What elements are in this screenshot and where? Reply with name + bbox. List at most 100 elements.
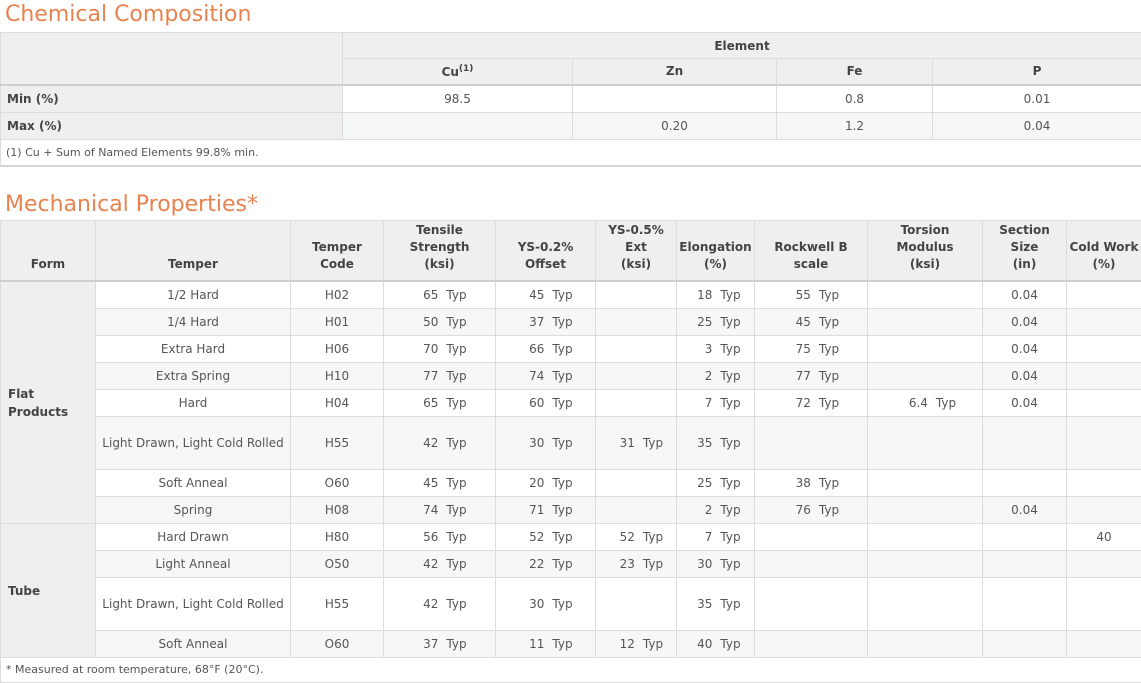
ys02-value: 20: [518, 474, 544, 492]
elong-cell: 35Typ: [677, 417, 755, 470]
elong-cell: 30Typ: [677, 551, 755, 578]
cold-work-cell: [1067, 470, 1141, 497]
typ-label: Typ: [720, 555, 740, 573]
element-value: 0.04: [933, 112, 1141, 139]
element-value: 98.5: [343, 85, 573, 113]
cold-work-cell: [1067, 551, 1141, 578]
header-line: scale: [794, 257, 829, 271]
elong-value: 7: [690, 528, 712, 546]
typ-label: Typ: [446, 528, 466, 546]
header-line: (ksi): [424, 257, 454, 271]
torsion-value: 6.4: [894, 394, 928, 412]
ys02-value: 11: [518, 635, 544, 653]
typ-label: Typ: [552, 555, 572, 573]
mechanical-properties-title: Mechanical Properties*: [0, 190, 1141, 220]
temper-label: Light Drawn, Light Cold Rolled: [98, 434, 287, 452]
cold-work-column-header: Cold Work(%): [1067, 220, 1141, 281]
rockwell-value: 38: [783, 474, 811, 492]
rockwell-cell: 75Typ: [755, 336, 868, 363]
header-line: (%): [704, 257, 727, 271]
elong-value: 2: [690, 501, 712, 519]
form-label: Products: [8, 405, 68, 419]
torsion-cell: [868, 524, 983, 551]
temper-label: 1/2 Hard: [163, 286, 223, 304]
header-line: Strength: [410, 240, 470, 254]
rockwell-value: 77: [783, 367, 811, 385]
elong-cell: 3Typ: [677, 336, 755, 363]
typ-label: Typ: [552, 367, 572, 385]
tensile-cell: 65Typ: [384, 281, 496, 309]
torsion-cell: 6.4Typ: [868, 390, 983, 417]
ys02-cell: 45Typ: [496, 281, 596, 309]
temper-label: Spring: [170, 501, 217, 519]
temper-cell: Extra Hard: [96, 336, 291, 363]
section-size-cell: 0.04: [983, 309, 1067, 336]
section-size-cell: 0.04: [983, 336, 1067, 363]
tensile-value: 37: [412, 635, 438, 653]
temper-label: Hard Drawn: [153, 528, 232, 546]
typ-label: Typ: [819, 313, 839, 331]
typ-label: Typ: [446, 595, 466, 613]
elong-value: 25: [690, 474, 712, 492]
tensile-cell: 42Typ: [384, 417, 496, 470]
elong-value: 2: [690, 367, 712, 385]
rockwell-value: 55: [783, 286, 811, 304]
section-size-cell: [983, 551, 1067, 578]
ys05-cell: [596, 309, 677, 336]
elong-value: 40: [690, 635, 712, 653]
header-line: Cold Work: [1070, 240, 1139, 254]
table-row: Extra SpringH1077Typ74Typ2Typ77Typ0.04: [1, 363, 1141, 390]
torsion-modulus-column-header: TorsionModulus(ksi): [868, 220, 983, 281]
typ-label: Typ: [552, 501, 572, 519]
chemical-composition-table: Element Cu(1) Zn Fe P Min (%) 98.5 0.8 0…: [0, 32, 1141, 167]
rockwell-b-column-header: Rockwell Bscale: [755, 220, 868, 281]
typ-label: Typ: [552, 340, 572, 358]
typ-label: Typ: [446, 635, 466, 653]
temper-label: Light Anneal: [151, 555, 234, 573]
tensile-value: 45: [412, 474, 438, 492]
elong-cell: 2Typ: [677, 497, 755, 524]
temper-code-cell: O60: [291, 631, 384, 658]
table-row: HardH0465Typ60Typ7Typ72Typ6.4Typ0.04: [1, 390, 1141, 417]
section-size-cell: [983, 578, 1067, 631]
rockwell-cell: [755, 551, 868, 578]
section-size-cell: 0.04: [983, 390, 1067, 417]
header-line: Torsion: [901, 223, 950, 237]
tensile-cell: 74Typ: [384, 497, 496, 524]
tensile-value: 42: [412, 555, 438, 573]
elong-value: 18: [690, 286, 712, 304]
element-value: [573, 85, 777, 113]
form-label: Flat: [8, 387, 34, 401]
typ-label: Typ: [552, 528, 572, 546]
table-row: Soft AnnealO6037Typ11Typ12Typ40Typ: [1, 631, 1141, 658]
typ-label: Typ: [643, 555, 663, 573]
temper-code-cell: H55: [291, 578, 384, 631]
torsion-cell: [868, 336, 983, 363]
elong-cell: 40Typ: [677, 631, 755, 658]
typ-label: Typ: [552, 313, 572, 331]
element-value: 1.2: [777, 112, 933, 139]
torsion-cell: [868, 631, 983, 658]
elong-value: 25: [690, 313, 712, 331]
tensile-cell: 42Typ: [384, 551, 496, 578]
ys05-cell: [596, 363, 677, 390]
typ-label: Typ: [720, 394, 740, 412]
tensile-cell: 50Typ: [384, 309, 496, 336]
header-line: YS-0.2%: [518, 240, 574, 254]
temper-code-cell: H08: [291, 497, 384, 524]
form-cell: Flat Products: [1, 281, 96, 524]
typ-label: Typ: [720, 474, 740, 492]
rockwell-cell: 45Typ: [755, 309, 868, 336]
rockwell-cell: [755, 417, 868, 470]
ys05-value: 23: [609, 555, 635, 573]
torsion-cell: [868, 417, 983, 470]
typ-label: Typ: [446, 313, 466, 331]
torsion-cell: [868, 470, 983, 497]
table-row: Light AnnealO5042Typ22Typ23Typ30Typ: [1, 551, 1141, 578]
torsion-cell: [868, 309, 983, 336]
ys02-value: 52: [518, 528, 544, 546]
header-line: Form: [31, 257, 65, 271]
header-line: Modulus: [896, 240, 953, 254]
rockwell-cell: [755, 631, 868, 658]
ys05-cell: [596, 281, 677, 309]
